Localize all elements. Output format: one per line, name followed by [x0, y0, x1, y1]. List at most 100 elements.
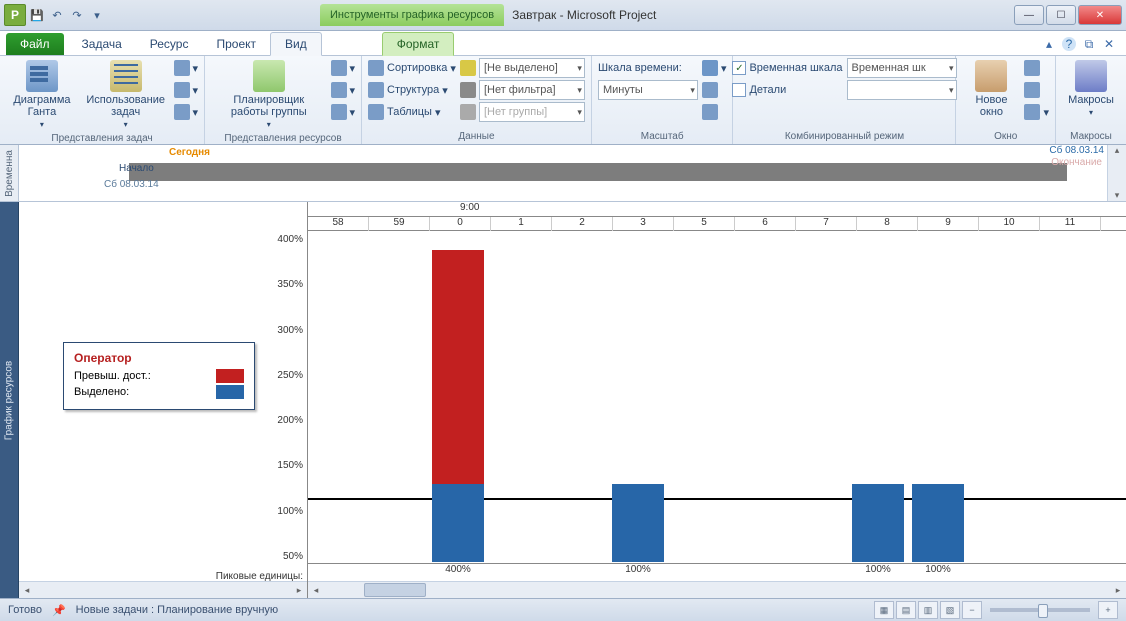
close-button[interactable]: ✕: [1078, 5, 1122, 25]
timescale-dropdown[interactable]: Минуты: [598, 80, 698, 100]
chart-area[interactable]: 9:00 58590123567891011 400%100%100%100% …: [308, 202, 1126, 598]
time-col: 1: [491, 217, 552, 231]
y-axis-ticks: 400%350%300%250%200%150%100%50%: [277, 234, 303, 562]
team-planner-button[interactable]: Планировщик работы группы▾: [211, 58, 326, 131]
zoom-slider[interactable]: [990, 608, 1090, 612]
qat-dropdown-icon[interactable]: ▾: [88, 6, 106, 24]
zoom-project-button[interactable]: [702, 80, 727, 100]
view-shortcut-3[interactable]: ▥: [918, 601, 938, 619]
sort-button[interactable]: Сортировка ▾: [368, 58, 456, 78]
filter-dropdown[interactable]: [Нет фильтра]: [460, 80, 585, 100]
peak-cell: [308, 564, 368, 582]
details-checkbox-label: Детали: [749, 84, 786, 96]
maximize-button[interactable]: ☐: [1046, 5, 1076, 25]
calendar-button[interactable]: ▾: [174, 80, 199, 100]
peak-cell: [968, 564, 1028, 582]
timeline-type-dropdown[interactable]: Временная шк: [847, 58, 957, 78]
highlight-dropdown[interactable]: [Не выделено]: [460, 58, 585, 78]
calendar-icon: [174, 82, 190, 98]
app-icon[interactable]: P: [4, 4, 26, 26]
timeline-checkbox[interactable]: ✓: [732, 61, 746, 75]
group-dropdown[interactable]: [Нет группы]: [460, 102, 585, 122]
zoom-selected-button[interactable]: [702, 102, 727, 122]
zoom-icon: [702, 60, 718, 76]
timeline-today-marker: Сегодня: [169, 147, 210, 158]
resource-usage-button[interactable]: ▾: [331, 58, 356, 78]
scroll-right-icon[interactable]: ▸: [1110, 585, 1126, 596]
tab-project[interactable]: Проект: [202, 33, 270, 55]
bar-allocated: [612, 484, 664, 562]
ribbon: Диаграмма Ганта▾ Использование задач▾ ▾ …: [0, 56, 1126, 145]
main-area: График ресурсов Оператор Превыш. дост.: …: [0, 202, 1126, 598]
network-icon: [174, 60, 190, 76]
zoom-button[interactable]: ▾: [702, 58, 727, 78]
minimize-button[interactable]: —: [1014, 5, 1044, 25]
resource-usage-icon: [331, 60, 347, 76]
timeline-body[interactable]: Сегодня Начало Сб 08.03.14 Сб 08.03.14 О…: [19, 145, 1107, 201]
bar-overallocated: [432, 250, 484, 484]
timeline-end-label: Окончание: [1051, 157, 1102, 168]
restore-window-icon[interactable]: ⧉: [1082, 37, 1096, 51]
resource-sheet-button[interactable]: ▾: [331, 80, 356, 100]
task-usage-button[interactable]: Использование задач▾: [82, 58, 170, 131]
zoom-in-button[interactable]: +: [1098, 601, 1118, 619]
timeline-bar[interactable]: [129, 163, 1067, 181]
scroll-right-icon[interactable]: ▸: [291, 585, 307, 596]
tables-button[interactable]: Таблицы ▾: [368, 102, 456, 122]
legend-title: Оператор: [74, 351, 244, 365]
hide-window-button[interactable]: ▾: [1024, 102, 1049, 122]
gantt-chart-button[interactable]: Диаграмма Ганта▾: [6, 58, 78, 131]
resource-other-button[interactable]: ▾: [331, 102, 356, 122]
details-checkbox[interactable]: [732, 83, 746, 97]
help-icon[interactable]: ?: [1062, 37, 1076, 51]
tab-task[interactable]: Задача: [68, 33, 136, 55]
switch-windows-button[interactable]: [1024, 58, 1049, 78]
view-shortcut-2[interactable]: ▤: [896, 601, 916, 619]
chart-scrollbar[interactable]: ◂ ▸: [308, 581, 1126, 598]
sort-icon: [368, 60, 384, 76]
scroll-left-icon[interactable]: ◂: [19, 585, 35, 596]
title-bar: P 💾 ↶ ↷ ▾ Инструменты графика ресурсов З…: [0, 0, 1126, 31]
plot-area: [308, 230, 1126, 562]
group-task-views: Диаграмма Ганта▾ Использование задач▾ ▾ …: [0, 56, 205, 144]
time-header-cols: 58590123567891011: [308, 217, 1126, 231]
minimize-ribbon-icon[interactable]: ▴: [1042, 37, 1056, 51]
resource-other-icon: [331, 104, 347, 120]
network-diagram-button[interactable]: ▾: [174, 58, 199, 78]
undo-icon[interactable]: ↶: [48, 6, 66, 24]
bar-allocated: [852, 484, 904, 562]
zoom-out-button[interactable]: −: [962, 601, 982, 619]
macros-button[interactable]: Макросы▾: [1062, 58, 1120, 119]
y-tick: 350%: [277, 279, 303, 290]
tab-file[interactable]: Файл: [6, 33, 64, 55]
details-type-dropdown[interactable]: [847, 80, 957, 100]
macros-icon: [1075, 60, 1107, 92]
arrange-all-button[interactable]: [1024, 80, 1049, 100]
scroll-thumb[interactable]: [364, 583, 426, 597]
other-views-button[interactable]: ▾: [174, 102, 199, 122]
tab-format[interactable]: Формат: [382, 32, 455, 56]
y-tick: 250%: [277, 370, 303, 381]
view-shortcut-1[interactable]: ▦: [874, 601, 894, 619]
save-icon[interactable]: 💾: [28, 6, 46, 24]
redo-icon[interactable]: ↷: [68, 6, 86, 24]
tab-resource[interactable]: Ресурс: [136, 33, 203, 55]
new-window-button[interactable]: Новое окно: [962, 58, 1020, 120]
group-macros: Макросы▾ Макросы: [1056, 56, 1126, 144]
timeline-scrollbar[interactable]: ▴▾: [1107, 145, 1126, 201]
view-shortcut-4[interactable]: ▧: [940, 601, 960, 619]
y-tick: 50%: [277, 551, 303, 562]
y-tick: 150%: [277, 460, 303, 471]
group-scale: Шкала времени: Минуты ▾ Масштаб: [592, 56, 734, 144]
left-pane: Оператор Превыш. дост.: Выделено: 400%35…: [19, 202, 308, 598]
scroll-left-icon[interactable]: ◂: [308, 585, 324, 596]
outline-button[interactable]: Структура ▾: [368, 80, 456, 100]
status-ready: Готово: [8, 604, 42, 616]
tab-view[interactable]: Вид: [270, 32, 322, 56]
resource-sheet-icon: [331, 82, 347, 98]
close-child-icon[interactable]: ✕: [1102, 37, 1116, 51]
time-header: 9:00 58590123567891011: [308, 202, 1126, 231]
left-scrollbar[interactable]: ◂ ▸: [19, 581, 307, 598]
outline-icon: [368, 82, 384, 98]
zoom-project-icon: [702, 82, 718, 98]
